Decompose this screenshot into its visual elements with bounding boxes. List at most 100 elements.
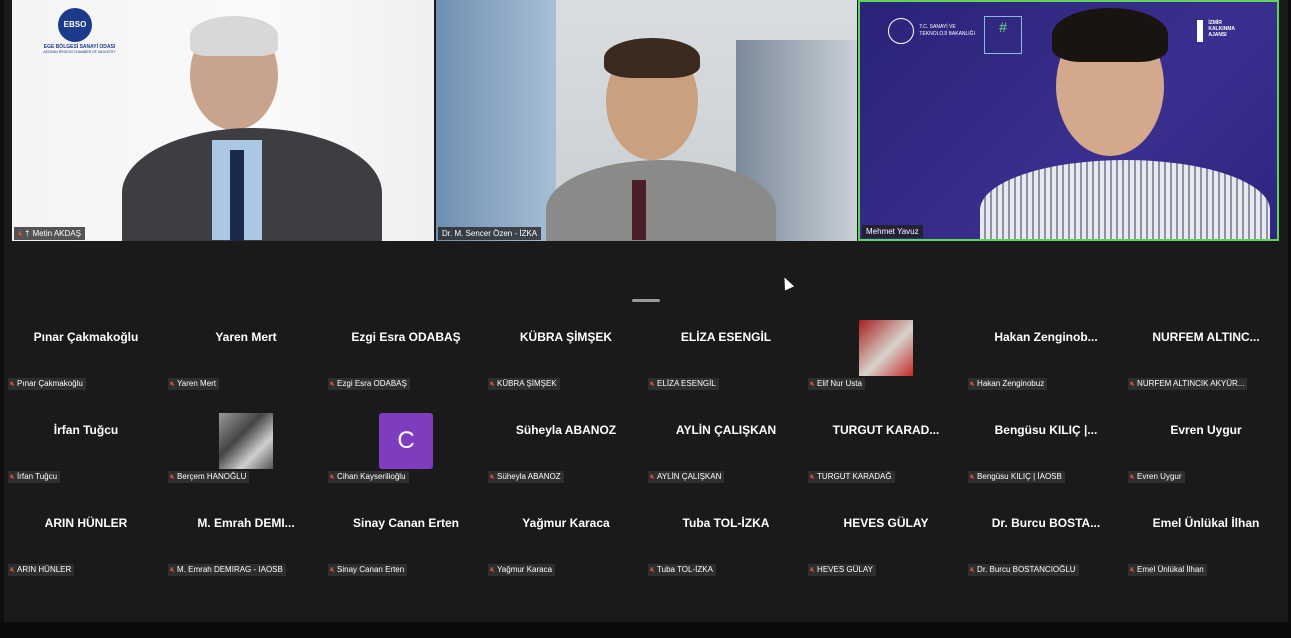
participant-name-label: NURFEM ALTINCIK AKYÜR... xyxy=(1137,379,1245,388)
participant-avatar-initial: C xyxy=(379,413,433,469)
participant-photo xyxy=(859,320,913,376)
participant-name-tag: 🔇︎ Yağmur Karaca xyxy=(488,564,556,576)
hashtag-logo: # xyxy=(984,16,1022,54)
resize-handle[interactable] xyxy=(632,299,660,302)
person-body xyxy=(980,160,1270,239)
participant-name-label: Berçem HANOĞLU xyxy=(177,472,247,481)
participant-tile[interactable]: Tuba TOL-İZKA 🔇︎ Tuba TOL-İZKA xyxy=(646,506,806,599)
mic-muted-icon: 🔇︎ xyxy=(1130,472,1136,481)
participant-photo xyxy=(219,413,273,469)
mic-muted-icon: 🔇︎ xyxy=(10,565,16,574)
participant-tile[interactable]: Emel Ünlükal İlhan 🔇︎ Emel Ünlükal İlhan xyxy=(1126,506,1286,599)
participant-name-tag: 🔇︎ Pınar Çakmakoğlu xyxy=(8,378,86,390)
mic-muted-icon: 🔇︎ xyxy=(490,472,496,481)
video-tile-metin-akdas[interactable]: EBSO EGE BÖLGESİ SANAYİ ODASI AEGEAN REG… xyxy=(12,0,434,241)
mic-muted-icon: 🔇︎ xyxy=(810,565,816,574)
participant-name-label: İrfan Tuğcu xyxy=(17,472,58,481)
participant-name-tag: 🔇︎ NURFEM ALTINCIK AKYÜR... xyxy=(1128,378,1248,390)
participant-display-name: Tuba TOL-İZKA xyxy=(682,516,770,530)
participant-name-tag: 🔇︎ Berçem HANOĞLU xyxy=(168,471,250,483)
participant-name-label: Hakan Zenginobuz xyxy=(977,379,1045,388)
participant-tile[interactable]: Evren Uygur 🔇︎ Evren Uygur xyxy=(1126,413,1286,506)
participant-name-tag: 🔇︎ Sinay Canan Erten xyxy=(328,564,408,576)
participant-display-name: Emel Ünlükal İlhan xyxy=(1152,516,1260,530)
participant-display-name: Yağmur Karaca xyxy=(522,516,610,530)
participant-tile[interactable]: M. Emrah DEMI... 🔇︎ M. Emrah DEMIRAG - IA… xyxy=(166,506,326,599)
participant-tile[interactable]: İrfan Tuğcu 🔇︎ İrfan Tuğcu xyxy=(6,413,166,506)
mic-muted-icon: 🔇︎ xyxy=(10,379,16,388)
mic-muted-icon: 🔇︎ xyxy=(970,565,976,574)
ebso-logo-mark: EBSO xyxy=(58,8,92,42)
participant-tile[interactable]: Sinay Canan Erten 🔇︎ Sinay Canan Erten xyxy=(326,506,486,599)
mic-muted-icon: 🔇︎ xyxy=(650,472,656,481)
mic-muted-icon: 🔇︎ xyxy=(810,472,816,481)
participant-name-label: Pınar Çakmakoğlu xyxy=(17,379,83,388)
participant-name-label: Tuba TOL-İZKA xyxy=(657,565,713,574)
participant-name-tag: 🔇︎ Elif Nur Usta xyxy=(808,378,865,390)
mic-muted-icon: 🔇︎ xyxy=(650,379,656,388)
window-edge-left xyxy=(0,0,4,622)
participant-tile[interactable]: ELİZA ESENGİL 🔇︎ ELİZA ESENGİL xyxy=(646,320,806,413)
participant-name-label: KÜBRA ŞİMŞEK xyxy=(497,379,557,388)
participant-tile[interactable]: C 🔇︎ Cihan Kayserilioğlu xyxy=(326,413,486,506)
participant-name-tag: 🔇︎ ELİZA ESENGİL xyxy=(648,378,719,390)
participant-tile[interactable]: 🔇︎ Elif Nur Usta xyxy=(806,320,966,413)
participant-tile[interactable]: HEVES GÜLAY 🔇︎ HEVES GÜLAY xyxy=(806,506,966,599)
participant-name-tag: 🔇︎ M. Emrah DEMIRAG - IAOSB xyxy=(168,564,286,576)
mic-muted-icon: 🔇︎ xyxy=(490,565,496,574)
participant-name-tag: 🔇︎ Yaren Mert xyxy=(168,378,220,390)
participant-display-name: İrfan Tuğcu xyxy=(53,423,119,437)
video-name-tag: Dr. M. Sencer Özen - İZKA xyxy=(438,227,542,240)
participant-name-label: Bengüsu KILIÇ | İAOSB xyxy=(977,472,1062,481)
participant-tile[interactable]: NURFEM ALTINC... 🔇︎ NURFEM ALTINCIK AKYÜR… xyxy=(1126,320,1286,413)
participant-tile[interactable]: KÜBRA ŞİMŞEK 🔇︎ KÜBRA ŞİMŞEK xyxy=(486,320,646,413)
mic-muted-icon: 🔇︎ xyxy=(650,565,656,574)
participant-name-label: Ezgi Esra ODABAŞ xyxy=(337,379,407,388)
video-tile-mehmet-yavuz[interactable]: T.C. SANAYİ VE TEKNOLOJİ BAKANLIĞI # İZM… xyxy=(858,0,1279,241)
participant-tile[interactable]: TURGUT KARAD... 🔇︎ TURGUT KARADAĞ xyxy=(806,413,966,506)
participant-display-name: Ezgi Esra ODABAŞ xyxy=(351,330,461,344)
mic-muted-icon: 🔇︎ xyxy=(970,379,976,388)
participant-name-label: Yağmur Karaca xyxy=(497,565,553,574)
participant-display-name: ELİZA ESENGİL xyxy=(680,330,772,344)
participant-display-name: NURFEM ALTINC... xyxy=(1152,330,1260,344)
participant-name-tag: 🔇︎ İrfan Tuğcu xyxy=(8,471,61,483)
participant-tile[interactable]: Yağmur Karaca 🔇︎ Yağmur Karaca xyxy=(486,506,646,599)
participant-display-name: KÜBRA ŞİMŞEK xyxy=(519,330,613,344)
participant-tile[interactable]: 🔇︎ Berçem HANOĞLU xyxy=(166,413,326,506)
participant-display-name: Süheyla ABANOZ xyxy=(515,423,617,437)
participant-display-name: Hakan Zenginob... xyxy=(994,330,1098,344)
participant-tile[interactable]: Bengüsu KILIÇ |... 🔇︎ Bengüsu KILIÇ | İAO… xyxy=(966,413,1126,506)
participant-display-name: Bengüsu KILIÇ |... xyxy=(994,423,1098,437)
bottom-toolbar xyxy=(0,622,1291,638)
participant-name-tag: 🔇︎ Dr. Burcu BOSTANCIOĞLU xyxy=(968,564,1079,576)
participant-name-tag: 🔇︎ Emel Ünlükal İlhan xyxy=(1128,564,1207,576)
participant-tile[interactable]: Ezgi Esra ODABAŞ 🔇︎ Ezgi Esra ODABAŞ xyxy=(326,320,486,413)
video-tile-sencer-ozen[interactable]: Dr. M. Sencer Özen - İZKA xyxy=(436,0,857,241)
participant-tile[interactable]: Yaren Mert 🔇︎ Yaren Mert xyxy=(166,320,326,413)
participant-tile[interactable]: Pınar Çakmakoğlu 🔇︎ Pınar Çakmakoğlu xyxy=(6,320,166,413)
ministry-logo: T.C. SANAYİ VE TEKNOLOJİ BAKANLIĞI xyxy=(888,18,975,44)
participant-name-label: M. Emrah DEMIRAG - IAOSB xyxy=(177,565,283,574)
participant-tile[interactable]: ARIN HÜNLER 🔇︎ ARIN HÜNLER xyxy=(6,506,166,599)
mic-muted-icon: 🔇︎ xyxy=(18,229,24,238)
participant-name-tag: 🔇︎ Cihan Kayserilioğlu xyxy=(328,471,409,483)
video-name-tag: 🔇︎ † Metin AKDAŞ xyxy=(14,227,85,240)
participant-name-label: AYLİN ÇALIŞKAN xyxy=(657,472,722,481)
kalkinma-line3: AJANSI xyxy=(1208,32,1227,38)
participant-tile[interactable]: Hakan Zenginob... 🔇︎ Hakan Zenginobuz xyxy=(966,320,1126,413)
mic-muted-icon: 🔇︎ xyxy=(170,565,176,574)
mic-muted-icon: 🔇︎ xyxy=(1130,379,1136,388)
participant-display-name: Pınar Çakmakoğlu xyxy=(33,330,139,344)
participant-name-tag: 🔇︎ Tuba TOL-İZKA xyxy=(648,564,716,576)
mic-muted-icon: 🔇︎ xyxy=(490,379,496,388)
ministry-seal-icon xyxy=(888,18,914,44)
participant-name-label: HEVES GÜLAY xyxy=(817,565,873,574)
mic-muted-icon: 🔇︎ xyxy=(330,379,336,388)
participant-name-label: Dr. Burcu BOSTANCIOĞLU xyxy=(977,565,1076,574)
participant-tile[interactable]: AYLİN ÇALIŞKAN 🔇︎ AYLİN ÇALIŞKAN xyxy=(646,413,806,506)
participant-tile[interactable]: Süheyla ABANOZ 🔇︎ Süheyla ABANOZ xyxy=(486,413,646,506)
participant-tile[interactable]: Dr. Burcu BOSTA... 🔇︎ Dr. Burcu BOSTANCIO… xyxy=(966,506,1126,599)
participant-display-name: Yaren Mert xyxy=(215,330,277,344)
participant-display-name: Sinay Canan Erten xyxy=(352,516,460,530)
